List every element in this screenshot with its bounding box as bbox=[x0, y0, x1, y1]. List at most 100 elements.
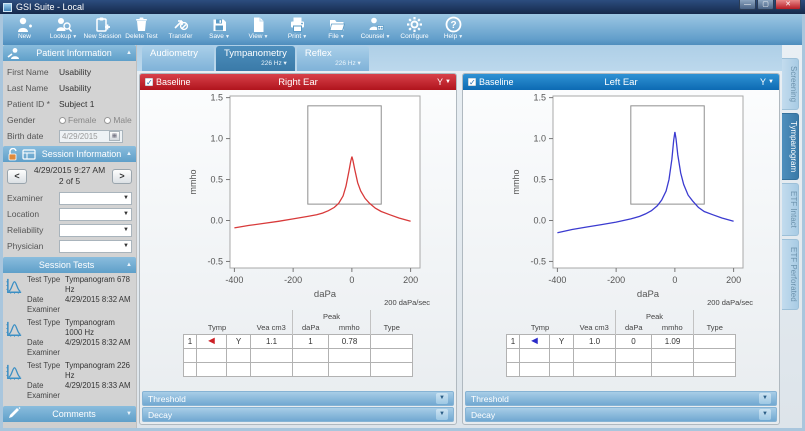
reliability-dropdown[interactable]: ▼ bbox=[59, 224, 132, 237]
toolbar-button-delete-test[interactable]: Delete Test bbox=[122, 15, 161, 45]
patient-information-title: Patient Information bbox=[22, 48, 126, 58]
right_ear_tympanogram-chart: -0.50.00.51.01.5-400-2000200mmhodaPa bbox=[144, 90, 452, 298]
tab-frequency-selector[interactable]: 226 Hz ▾ bbox=[305, 59, 361, 67]
window-title: GSI Suite - Local bbox=[16, 2, 84, 12]
toolbar-button-print[interactable]: Print▼ bbox=[278, 15, 317, 45]
chevron-down-icon: ▼ bbox=[123, 211, 129, 217]
title-bar: GSI Suite - Local — ▢ ✕ bbox=[0, 0, 805, 14]
toolbar-button-transfer[interactable]: Transfer bbox=[161, 15, 200, 45]
toolbar-button-label: Help▼ bbox=[444, 33, 463, 40]
table-row[interactable]: 1◄Y1.110.78 bbox=[184, 334, 413, 348]
birth-date-input[interactable]: 4/29/2015 ▦ bbox=[59, 130, 123, 143]
decay-bar[interactable]: Decay▼ bbox=[142, 407, 454, 422]
toolbar-button-new-session[interactable]: New Session bbox=[83, 15, 122, 45]
ear-panels: Right Ear✓BaselineY▼-0.50.00.51.01.5-400… bbox=[139, 71, 780, 428]
toolbar-button-file[interactable]: File▼ bbox=[317, 15, 356, 45]
session-test-item[interactable]: Test TypeTympanogram 226 HzDate4/29/2015… bbox=[5, 361, 134, 401]
last-name-value[interactable]: Usability bbox=[59, 83, 91, 93]
y-axis-menu[interactable]: Y▼ bbox=[437, 77, 451, 87]
rail-tab-screening[interactable]: Screening bbox=[782, 58, 799, 110]
left-ear-panel: Left Ear✓BaselineY▼-0.50.00.51.01.5-400-… bbox=[462, 73, 780, 425]
male-radio[interactable]: Male bbox=[104, 115, 131, 125]
toolbar-button-configure[interactable]: Configure bbox=[395, 15, 434, 45]
collapse-icon[interactable]: ▼ bbox=[126, 411, 132, 417]
birth-date-label: Birth date bbox=[7, 131, 59, 141]
chevron-down-icon: ▼ bbox=[385, 34, 390, 40]
toolbar-button-label: New Session bbox=[84, 33, 122, 40]
toolbar-button-new[interactable]: New bbox=[5, 15, 44, 45]
close-button[interactable]: ✕ bbox=[775, 0, 801, 10]
svg-text:200: 200 bbox=[726, 275, 741, 285]
collapse-icon[interactable]: ▲ bbox=[126, 262, 132, 268]
patient-information-header[interactable]: Patient Information ▲ bbox=[3, 45, 136, 61]
toolbar-button-save[interactable]: Save▼ bbox=[200, 15, 239, 45]
chevron-down-icon: ▼ bbox=[436, 393, 448, 404]
calendar-icon[interactable]: ▦ bbox=[109, 131, 120, 141]
sweep-rate-label: 200 daPa/sec bbox=[463, 298, 779, 309]
table-row[interactable] bbox=[184, 348, 413, 362]
comments-header[interactable]: Comments ▼ bbox=[3, 406, 136, 422]
y-axis-menu[interactable]: Y▼ bbox=[760, 77, 774, 87]
session-date: 4/29/2015 9:27 AM 2 of 5 bbox=[30, 165, 109, 187]
tab-reflex[interactable]: Reflex226 Hz ▾ bbox=[297, 46, 369, 71]
patient-id-value[interactable]: Subject 1 bbox=[59, 99, 94, 109]
toolbar-button-lookup[interactable]: Lookup▼ bbox=[44, 15, 83, 45]
maximize-button[interactable]: ▢ bbox=[757, 0, 774, 10]
toolbar-button-view[interactable]: View▼ bbox=[239, 15, 278, 45]
svg-text:1.5: 1.5 bbox=[533, 93, 546, 103]
rail-tab-etf-intact[interactable]: ETF Intact bbox=[782, 183, 799, 236]
rail-tab-etf-perforated[interactable]: ETF Perforated bbox=[782, 239, 799, 310]
session-information-header[interactable]: Session Information ▲ bbox=[3, 146, 136, 162]
session-tests-title: Session Tests bbox=[7, 260, 126, 270]
person-add-icon bbox=[16, 16, 33, 33]
previous-session-button[interactable]: < bbox=[7, 169, 27, 184]
session-test-item[interactable]: Test TypeTympanogram 678 HzDate4/29/2015… bbox=[5, 275, 134, 315]
threshold-bar[interactable]: Threshold▼ bbox=[465, 391, 777, 406]
female-radio[interactable]: Female bbox=[59, 115, 96, 125]
tab-tympanometry[interactable]: Tympanometry226 Hz ▾ bbox=[216, 46, 295, 71]
right-tab-rail: Screening Tympanogram ETF Intact ETF Perfor… bbox=[782, 45, 802, 428]
chevron-down-icon: ▼ bbox=[768, 79, 774, 85]
ear-arrow-icon: ◄ bbox=[197, 334, 227, 348]
tab-audiometry[interactable]: Audiometry bbox=[142, 46, 214, 71]
decay-bar[interactable]: Decay▼ bbox=[465, 407, 777, 422]
toolbar-button-counsel[interactable]: Counsel▼ bbox=[356, 15, 395, 45]
col-header-mmho: mmho bbox=[329, 322, 371, 334]
test-field-label: Test Type bbox=[27, 318, 65, 338]
field-label: Last Name bbox=[7, 83, 59, 93]
first-name-value[interactable]: Usability bbox=[59, 67, 91, 77]
table-row[interactable]: 1◄Y1.001.09 bbox=[507, 334, 736, 348]
chevron-down-icon: ▼ bbox=[759, 393, 771, 404]
chevron-down-icon: ▼ bbox=[264, 34, 269, 40]
collapse-icon[interactable]: ▲ bbox=[126, 151, 132, 157]
chart-area: -0.50.00.51.01.5-400-2000200mmhodaPa bbox=[140, 90, 456, 298]
rail-tab-tympanogram[interactable]: Tympanogram bbox=[782, 113, 799, 180]
session-tests-header[interactable]: Session Tests ▲ bbox=[3, 257, 136, 273]
next-session-button[interactable]: > bbox=[112, 169, 132, 184]
table-row[interactable] bbox=[507, 348, 736, 362]
location-dropdown[interactable]: ▼ bbox=[59, 208, 132, 221]
svg-text:-200: -200 bbox=[607, 275, 625, 285]
chevron-down-icon: ▼ bbox=[123, 243, 129, 249]
threshold-bar[interactable]: Threshold▼ bbox=[142, 391, 454, 406]
comments-body[interactable] bbox=[3, 422, 136, 428]
tab-frequency-selector[interactable]: 226 Hz ▾ bbox=[224, 59, 287, 67]
table-row[interactable] bbox=[507, 362, 736, 376]
toolbar-button-help[interactable]: ?Help▼ bbox=[434, 15, 473, 45]
minimize-button[interactable]: — bbox=[739, 0, 756, 10]
physician-dropdown[interactable]: ▼ bbox=[59, 240, 132, 253]
session-position: 2 of 5 bbox=[59, 176, 80, 186]
session-form-icon bbox=[22, 148, 36, 161]
toolbar: NewLookup▼New SessionDelete TestTransfer… bbox=[3, 14, 802, 45]
patient-icon bbox=[7, 47, 21, 60]
collapse-icon[interactable]: ▲ bbox=[126, 50, 132, 56]
session-test-item[interactable]: Test TypeTympanogram 1000 HzDate4/29/201… bbox=[5, 318, 134, 358]
test-field-value: 4/29/2015 8:32 AM bbox=[65, 295, 130, 305]
toolbar-button-label: View▼ bbox=[249, 33, 269, 40]
table-row[interactable] bbox=[184, 362, 413, 376]
chart-area: -0.50.00.51.01.5-400-2000200mmhodaPa bbox=[463, 90, 779, 298]
examiner-dropdown[interactable]: ▼ bbox=[59, 192, 132, 205]
svg-text:-400: -400 bbox=[225, 275, 243, 285]
test-field-label: Examiner bbox=[27, 391, 65, 401]
field-label: First Name bbox=[7, 67, 59, 77]
